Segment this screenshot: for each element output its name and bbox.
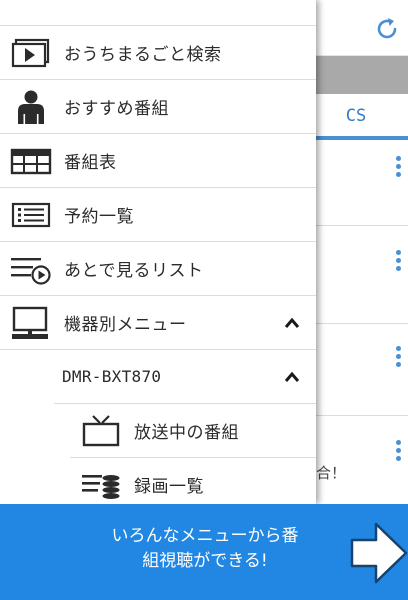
- monitor-icon: [12, 306, 48, 339]
- more-options-icon[interactable]: [396, 440, 402, 464]
- tutorial-line-1: いろんなメニューから番: [111, 526, 299, 546]
- tutorial-banner-text: いろんなメニューから番 組視聴ができる!: [60, 524, 350, 574]
- menu-item-label: 機器別メニュー: [64, 315, 187, 335]
- program-list-item[interactable]: [316, 226, 408, 324]
- next-arrow-icon[interactable]: [350, 520, 408, 586]
- program-list-item[interactable]: [316, 416, 408, 504]
- menu-item-home-search[interactable]: おうちまるごと検索: [0, 26, 316, 80]
- program-list-item[interactable]: [316, 324, 408, 416]
- menu-item-label: 放送中の番組: [134, 423, 239, 443]
- more-options-icon[interactable]: [396, 250, 402, 274]
- tv-play-icon: [11, 38, 50, 67]
- menu-item-label: 予約一覧: [64, 207, 134, 227]
- tab-cs[interactable]: CS: [338, 104, 374, 138]
- chevron-up-icon[interactable]: [284, 317, 300, 329]
- watch-later-list-icon: [11, 257, 51, 285]
- background-gray-band: [316, 56, 408, 94]
- menu-item-reservations[interactable]: 予約一覧: [0, 188, 316, 242]
- menu-item-recordings[interactable]: 録画一覧: [70, 458, 316, 504]
- more-options-icon[interactable]: [396, 346, 402, 370]
- menu-item-recommended[interactable]: おすすめ番組: [0, 80, 316, 134]
- menu-item-device-dmr-bxt870[interactable]: DMR-BXT870: [54, 350, 316, 404]
- background-app-bar: [316, 0, 408, 56]
- tutorial-line-2: 組視聴ができる!: [142, 551, 268, 571]
- menu-item-live-broadcast[interactable]: 放送中の番組: [70, 404, 316, 458]
- recordings-disc-icon: [82, 474, 120, 499]
- program-list-item[interactable]: [316, 140, 408, 226]
- tutorial-banner[interactable]: いろんなメニューから番 組視聴ができる!: [0, 504, 408, 600]
- menu-item-tv-guide[interactable]: 番組表: [0, 134, 316, 188]
- more-options-icon[interactable]: [396, 156, 402, 180]
- list-icon: [11, 202, 51, 227]
- tv-antenna-icon: [82, 414, 120, 446]
- chevron-up-icon[interactable]: [284, 371, 300, 383]
- grid-table-icon: [10, 148, 52, 174]
- menu-item-label: あとで見るリスト: [64, 261, 204, 281]
- menu-item-device-menu[interactable]: 機器別メニュー: [0, 296, 316, 350]
- menu-item-watch-later[interactable]: あとで見るリスト: [0, 242, 316, 296]
- refresh-icon[interactable]: [374, 16, 400, 42]
- person-icon: [18, 90, 44, 124]
- device-name-label: DMR-BXT870: [62, 367, 162, 386]
- menu-item-label: おうちまるごと検索: [64, 45, 222, 65]
- program-title-snippet: 合！: [316, 464, 347, 482]
- navigation-drawer: おうちまるごと検索 おすすめ番組 番組表 予約一覧 あとで見るリスト 機器別メニ…: [0, 0, 316, 504]
- menu-item-label: おすすめ番組: [64, 99, 169, 119]
- menu-item-label: 録画一覧: [134, 477, 204, 497]
- menu-item-label: 番組表: [64, 153, 117, 173]
- drawer-header: [0, 0, 316, 26]
- background-channel-tabs: CS: [316, 94, 408, 140]
